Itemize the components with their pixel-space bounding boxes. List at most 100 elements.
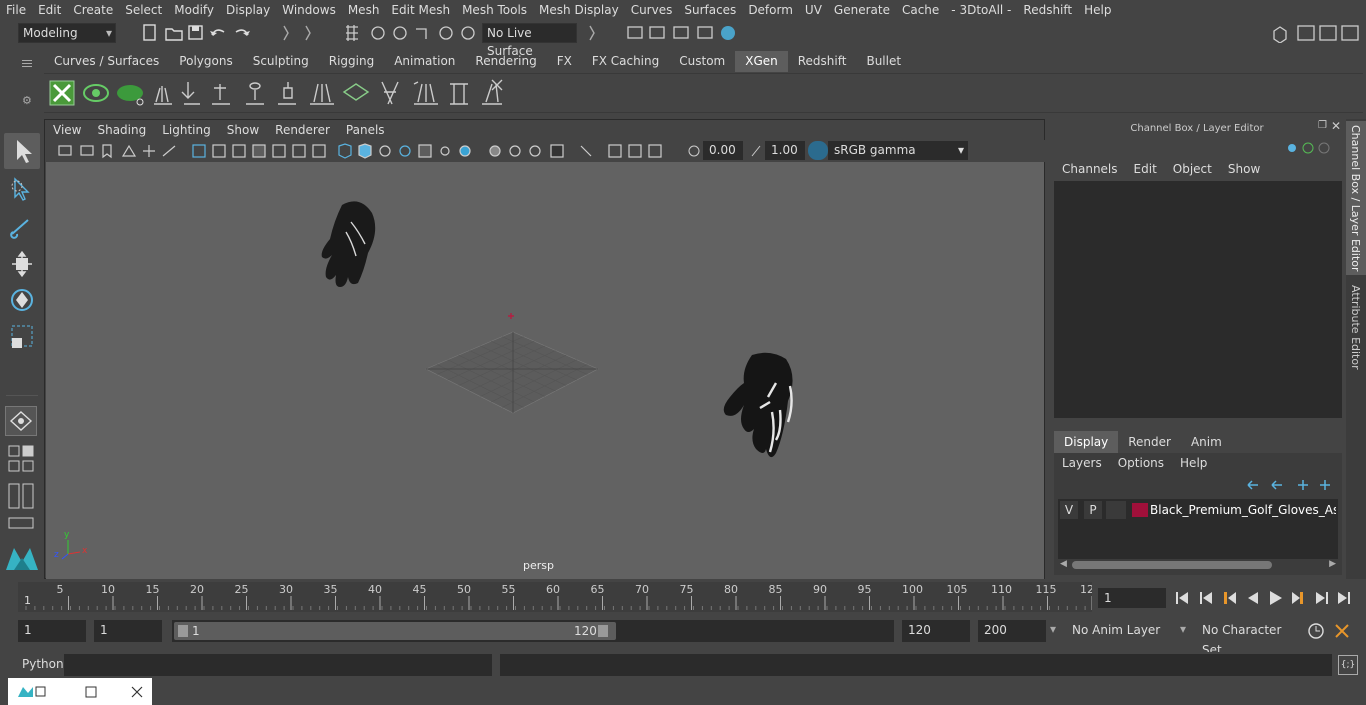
layer-action-icons[interactable] bbox=[1244, 477, 1340, 493]
channel-box-toggles[interactable] bbox=[1286, 139, 1332, 157]
viewport-menu-renderer[interactable]: Renderer bbox=[267, 120, 338, 140]
menu-curves[interactable]: Curves bbox=[625, 0, 679, 20]
scroll-right-icon[interactable]: ▶ bbox=[1329, 559, 1336, 569]
menu-modify[interactable]: Modify bbox=[168, 0, 220, 20]
menu-generate[interactable]: Generate bbox=[828, 0, 896, 20]
menu-create[interactable]: Create bbox=[67, 0, 119, 20]
range-end-handle[interactable] bbox=[598, 625, 608, 637]
layer-playback-toggle[interactable]: P bbox=[1084, 501, 1102, 519]
menu-windows[interactable]: Windows bbox=[276, 0, 342, 20]
select-tool-button[interactable] bbox=[4, 133, 40, 169]
range-tools-icons[interactable] bbox=[1306, 621, 1362, 641]
chevron-down-icon[interactable]: ▾ bbox=[1180, 622, 1186, 636]
tab-attribute-editor[interactable]: Attribute Editor bbox=[1346, 279, 1366, 379]
gamma-field[interactable]: 1.00 bbox=[765, 141, 805, 160]
current-frame-field[interactable]: 1 bbox=[1098, 588, 1166, 608]
layer-color-swatch[interactable] bbox=[1132, 503, 1148, 517]
character-set-select[interactable]: No Character Set bbox=[1196, 620, 1302, 657]
mode-selector[interactable]: Modeling ▾ bbox=[18, 23, 116, 43]
menu-cache[interactable]: Cache bbox=[896, 0, 945, 20]
exposure-field[interactable]: 0.00 bbox=[703, 141, 743, 160]
menu-redshift[interactable]: Redshift bbox=[1017, 0, 1078, 20]
scrollbar-thumb[interactable] bbox=[1072, 561, 1272, 569]
viewport-menu-show[interactable]: Show bbox=[219, 120, 267, 140]
range-track[interactable]: 1 120 bbox=[172, 620, 894, 642]
chevron-down-icon[interactable]: ▾ bbox=[1050, 622, 1056, 636]
shelf-handles[interactable]: ⚙ bbox=[18, 50, 38, 116]
last-tool-button[interactable] bbox=[5, 406, 37, 436]
playback-controls[interactable] bbox=[1172, 587, 1362, 609]
layer-visibility-toggle[interactable]: V bbox=[1060, 501, 1078, 519]
layer-row[interactable]: V P Black_Premium_Golf_Gloves_Asher_001 bbox=[1058, 501, 1338, 519]
script-language-label[interactable]: Python bbox=[22, 657, 64, 671]
snap-tools-icons[interactable] bbox=[342, 23, 477, 43]
xgen-shelf-icons[interactable] bbox=[44, 74, 524, 112]
menu-mesh-tools[interactable]: Mesh Tools bbox=[456, 0, 533, 20]
tab-curves-surfaces[interactable]: Curves / Surfaces bbox=[44, 51, 169, 72]
viewport-menu-shading[interactable]: Shading bbox=[89, 120, 154, 140]
animation-end-field[interactable]: 200 bbox=[978, 620, 1046, 642]
animation-start-field[interactable]: 1 bbox=[18, 620, 86, 642]
tab-rigging[interactable]: Rigging bbox=[319, 51, 384, 72]
menu-edit-mesh[interactable]: Edit Mesh bbox=[385, 0, 456, 20]
layers-menu[interactable]: Layers bbox=[1054, 453, 1110, 473]
menu-edit[interactable]: Edit bbox=[32, 0, 67, 20]
menu-help[interactable]: Help bbox=[1078, 0, 1117, 20]
script-editor-icon[interactable]: {;} bbox=[1338, 655, 1358, 675]
tab-rendering[interactable]: Rendering bbox=[465, 51, 546, 72]
render-tools-icons[interactable] bbox=[586, 23, 746, 43]
tab-sculpting[interactable]: Sculpting bbox=[243, 51, 319, 72]
help-menu[interactable]: Help bbox=[1172, 453, 1215, 473]
live-surface-field[interactable]: No Live Surface bbox=[482, 23, 577, 58]
timeline-track[interactable]: 5 10 15 20 25 30 35 40 45 50 55 60 65 70 75 80 85 90 95 100… bbox=[18, 582, 1094, 612]
range-bar[interactable]: 1 120 bbox=[174, 622, 616, 640]
menu-uv[interactable]: UV bbox=[799, 0, 828, 20]
tab-custom[interactable]: Custom bbox=[669, 51, 735, 72]
viewport-menu-view[interactable]: View bbox=[45, 120, 89, 140]
color-space-select[interactable]: sRGB gamma ▾ bbox=[828, 141, 968, 160]
channel-list[interactable] bbox=[1054, 181, 1342, 418]
layout-buttons-icons[interactable] bbox=[6, 444, 38, 544]
object-menu[interactable]: Object bbox=[1165, 159, 1220, 179]
show-menu[interactable]: Show bbox=[1220, 159, 1268, 179]
workspace-icons[interactable] bbox=[1270, 23, 1366, 43]
gear-icon[interactable]: ⚙ bbox=[22, 94, 32, 107]
tab-redshift[interactable]: Redshift bbox=[788, 51, 857, 72]
options-menu[interactable]: Options bbox=[1110, 453, 1172, 473]
anim-layer-select[interactable]: No Anim Layer bbox=[1066, 620, 1172, 642]
tab-anim[interactable]: Anim bbox=[1181, 431, 1232, 453]
file-tools-icons[interactable] bbox=[140, 23, 350, 43]
minimized-window[interactable] bbox=[8, 678, 152, 705]
menu-surfaces[interactable]: Surfaces bbox=[678, 0, 742, 20]
viewport-menu-lighting[interactable]: Lighting bbox=[154, 120, 219, 140]
tab-channel-box-layer-editor[interactable]: Channel Box / Layer Editor bbox=[1346, 121, 1366, 275]
float-panel-icon[interactable]: ❐ bbox=[1318, 120, 1327, 131]
playback-start-field[interactable]: 1 bbox=[94, 620, 162, 642]
close-icon[interactable]: ✕ bbox=[1331, 119, 1341, 133]
color-management-toggle[interactable] bbox=[808, 141, 828, 160]
menu-3dtoall[interactable]: - 3DtoAll - bbox=[945, 0, 1017, 20]
viewport-toolbar-icons[interactable] bbox=[57, 142, 687, 160]
tab-fx[interactable]: FX bbox=[547, 51, 582, 72]
layer-type-toggle[interactable] bbox=[1106, 501, 1126, 519]
scroll-left-icon[interactable]: ◀ bbox=[1060, 559, 1067, 569]
layer-name[interactable]: Black_Premium_Golf_Gloves_Asher_001 bbox=[1150, 501, 1336, 519]
menu-mesh-display[interactable]: Mesh Display bbox=[533, 0, 625, 20]
menu-mesh[interactable]: Mesh bbox=[342, 0, 386, 20]
command-input[interactable] bbox=[64, 654, 492, 676]
tab-polygons[interactable]: Polygons bbox=[169, 51, 242, 72]
transform-tools-icons[interactable] bbox=[4, 174, 40, 404]
tab-render[interactable]: Render bbox=[1118, 431, 1181, 453]
edit-menu[interactable]: Edit bbox=[1126, 159, 1165, 179]
3d-viewport[interactable]: x y z persp bbox=[46, 162, 1044, 579]
tab-bullet[interactable]: Bullet bbox=[856, 51, 911, 72]
playback-end-field[interactable]: 120 bbox=[902, 620, 970, 642]
menu-display[interactable]: Display bbox=[220, 0, 276, 20]
tab-animation[interactable]: Animation bbox=[384, 51, 465, 72]
menu-deform[interactable]: Deform bbox=[742, 0, 799, 20]
range-start-handle[interactable] bbox=[178, 625, 188, 637]
menu-select[interactable]: Select bbox=[119, 0, 168, 20]
channels-menu[interactable]: Channels bbox=[1054, 159, 1126, 179]
tab-fx-caching[interactable]: FX Caching bbox=[582, 51, 669, 72]
layer-scrollbar[interactable]: ◀ ▶ bbox=[1058, 559, 1338, 571]
